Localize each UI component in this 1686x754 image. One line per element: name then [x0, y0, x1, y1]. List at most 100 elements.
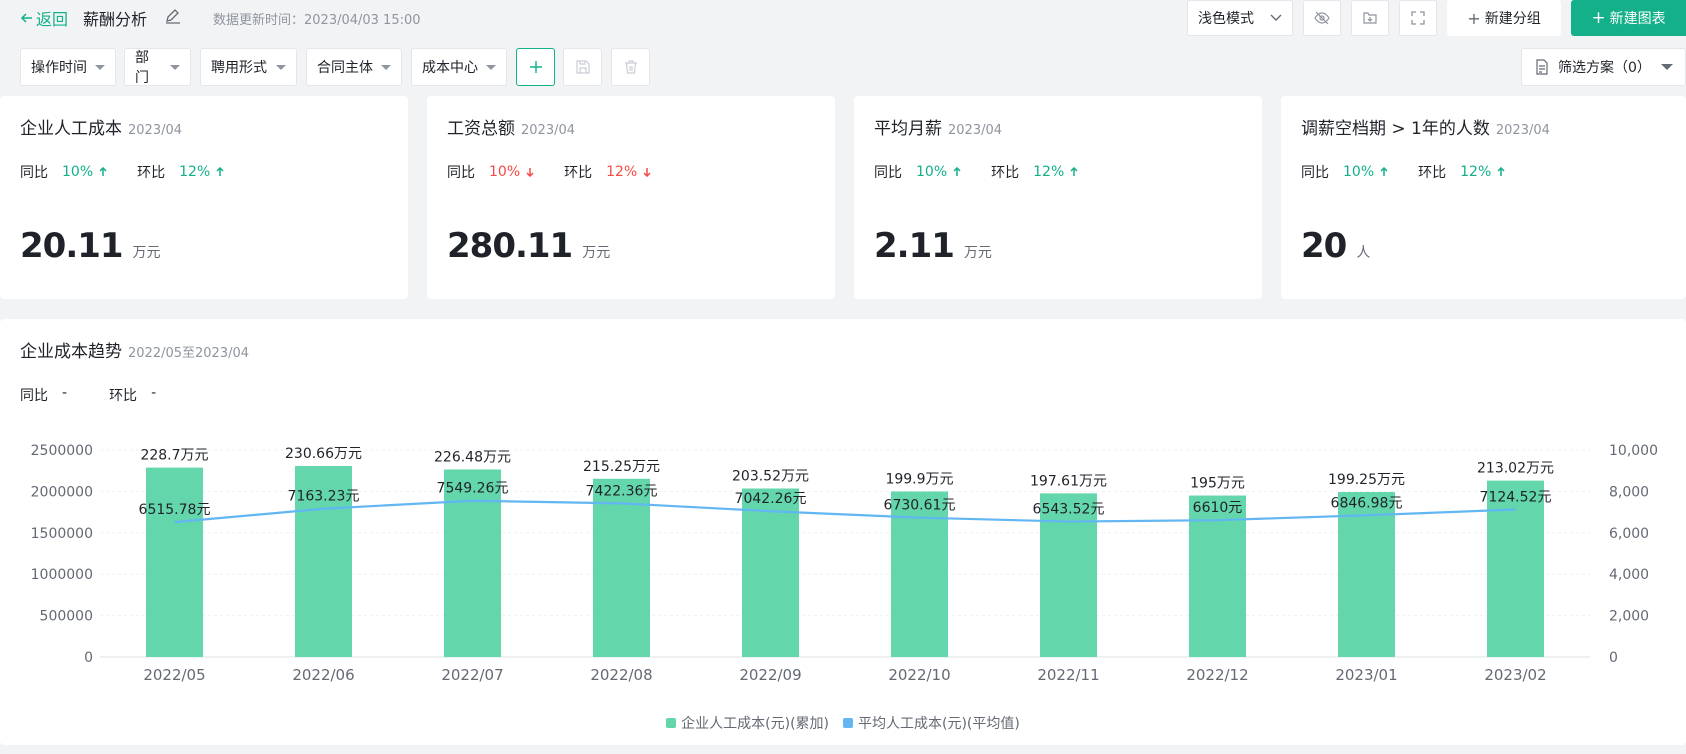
header: 返回 薪酬分析 数据更新时间：2023/04/03 15:00 浅色模式 + 新…: [0, 0, 1686, 40]
line-data-label: 7163.23元: [288, 489, 360, 505]
card-period: 2023/04: [948, 123, 1003, 138]
card-title: 工资总额 2023/04: [447, 119, 576, 139]
theme-mode-value: 浅色模式: [1198, 11, 1254, 27]
caret-down-icon: [95, 64, 105, 70]
export-button[interactable]: [1351, 0, 1389, 36]
chart-bar: [444, 469, 501, 657]
filter-employment-type[interactable]: 聘用形式: [200, 48, 297, 86]
mom-label: 环比: [564, 165, 593, 181]
add-filter-button[interactable]: [516, 48, 555, 86]
y-left-tick-label: 1000000: [31, 567, 93, 583]
x-tick-label: 2022/12: [1186, 666, 1248, 684]
legend-swatch: [843, 718, 853, 728]
mom-value: 12%: [1460, 164, 1505, 180]
edit-icon[interactable]: [164, 7, 182, 25]
filter-cost-center[interactable]: 成本中心: [411, 48, 507, 86]
chevron-down-icon: [1270, 14, 1282, 21]
card-value: 20 人: [1301, 226, 1371, 266]
line-data-label: 6610元: [1193, 500, 1243, 516]
x-tick-label: 2022/09: [739, 666, 801, 684]
x-tick-label: 2023/01: [1335, 666, 1397, 684]
kpi-card-total-wages[interactable]: 工资总额 2023/04 同比 10% 环比 12% 280.11 万元: [427, 96, 835, 299]
y-right-tick-label: 0: [1609, 650, 1618, 666]
chart-bar: [1040, 493, 1097, 657]
add-group-button[interactable]: + 新建分组: [1447, 0, 1561, 36]
delete-filter-button[interactable]: [611, 48, 650, 86]
legend-label: 企业人工成本(元)(累加): [681, 716, 829, 732]
legend-item-labor-cost[interactable]: 企业人工成本(元)(累加): [666, 713, 829, 733]
page-title: 薪酬分析: [83, 10, 148, 29]
bar-data-label: 213.02万元: [1477, 461, 1554, 477]
x-tick-label: 2022/05: [143, 666, 205, 684]
yoy-value: 10%: [916, 164, 961, 180]
kpi-card-salary-gap-headcount[interactable]: 调薪空档期 > 1年的人数 2023/04 同比 10% 环比 12% 20 人: [1281, 96, 1686, 299]
arrow-down-icon: [643, 168, 651, 177]
kpi-card-labor-cost[interactable]: 企业人工成本 2023/04 同比 10% 环比 12% 20.11 万元: [0, 96, 408, 299]
add-group-label: 新建分组: [1484, 11, 1541, 27]
bar-data-label: 195万元: [1190, 476, 1245, 492]
line-data-label: 6730.61元: [884, 498, 956, 514]
chart-legend: 企业人工成本(元)(累加) 平均人工成本(元)(平均值): [0, 713, 1686, 733]
plus-icon: [529, 61, 542, 73]
card-title: 企业人工成本 2023/04: [20, 119, 183, 139]
caret-down-icon: [276, 64, 286, 70]
eye-off-icon: [1314, 11, 1330, 25]
mom-label: 环比: [137, 165, 166, 181]
y-left-tick-label: 500000: [40, 609, 93, 625]
filter-label: 部门: [135, 50, 149, 86]
yoy-label: 同比: [447, 165, 475, 181]
kpi-card-avg-monthly-salary[interactable]: 平均月薪 2023/04 同比 10% 环比 12% 2.11 万元: [854, 96, 1262, 299]
card-value: 2.11 万元: [874, 226, 992, 266]
x-tick-label: 2022/06: [292, 666, 354, 684]
filter-contract-entity[interactable]: 合同主体: [306, 48, 402, 86]
filter-scheme-label: 筛选方案（0）: [1558, 60, 1651, 76]
filter-operation-time[interactable]: 操作时间: [20, 48, 116, 86]
yoy-label: 同比: [20, 165, 48, 181]
back-label: 返回: [36, 10, 69, 29]
plus-icon: +: [1591, 8, 1606, 28]
card-period: 2023/04: [1495, 123, 1550, 138]
filter-scheme-select[interactable]: 筛选方案（0）: [1521, 48, 1686, 86]
folder-download-icon: [1363, 12, 1377, 24]
theme-mode-select[interactable]: 浅色模式: [1187, 0, 1293, 36]
bar-data-label: 203.52万元: [732, 468, 809, 484]
chart-bar: [742, 488, 799, 657]
back-button[interactable]: 返回: [20, 6, 68, 30]
filter-label: 操作时间: [31, 60, 87, 76]
bar-data-label: 228.7万元: [140, 448, 208, 464]
filter-department[interactable]: 部门: [124, 48, 191, 86]
arrow-up-icon: [1070, 167, 1078, 176]
yoy-label: 同比: [874, 165, 902, 181]
card-comparison: 同比 10% 环比 12%: [874, 162, 1078, 182]
chart-bar: [146, 467, 203, 657]
new-chart-label: 新建图表: [1609, 11, 1666, 27]
card-unit: 万元: [132, 245, 161, 261]
card-comparison: 同比 10% 环比 12%: [447, 162, 651, 182]
y-left-tick-label: 0: [84, 650, 93, 666]
arrow-up-icon: [216, 167, 224, 176]
caret-down-icon: [381, 64, 391, 70]
arrow-down-icon: [526, 168, 534, 177]
chart-line-avg-cost: [174, 499, 1516, 524]
y-right-tick-label: 10,000: [1609, 443, 1658, 459]
x-tick-label: 2023/02: [1484, 666, 1546, 684]
y-left-tick-label: 2500000: [31, 443, 93, 459]
cost-trend-panel: 2500000 10,000 2000000 8,000 1500000 6,000 100…: [0, 319, 1686, 745]
hide-button[interactable]: [1303, 0, 1341, 36]
legend-item-avg-cost[interactable]: 平均人工成本(元)(平均值): [843, 713, 1020, 733]
y-right-tick-label: 8,000: [1609, 484, 1649, 500]
x-tick-label: 2022/10: [888, 666, 950, 684]
fullscreen-icon: [1411, 11, 1425, 25]
yoy-value: 10%: [62, 164, 107, 180]
card-period: 2023/04: [521, 123, 576, 138]
save-filter-button[interactable]: [563, 48, 602, 86]
line-data-label: 7124.52元: [1480, 490, 1552, 506]
mom-value: 12%: [179, 164, 224, 180]
card-comparison: 同比 10% 环比 12%: [20, 162, 224, 182]
mom-label: 环比: [1418, 165, 1447, 181]
card-unit: 万元: [963, 245, 992, 261]
card-comparison: 同比 10% 环比 12%: [1301, 162, 1505, 182]
caret-down-icon: [1661, 64, 1673, 70]
new-chart-button[interactable]: + 新建图表: [1571, 0, 1686, 36]
fullscreen-button[interactable]: [1399, 0, 1437, 36]
